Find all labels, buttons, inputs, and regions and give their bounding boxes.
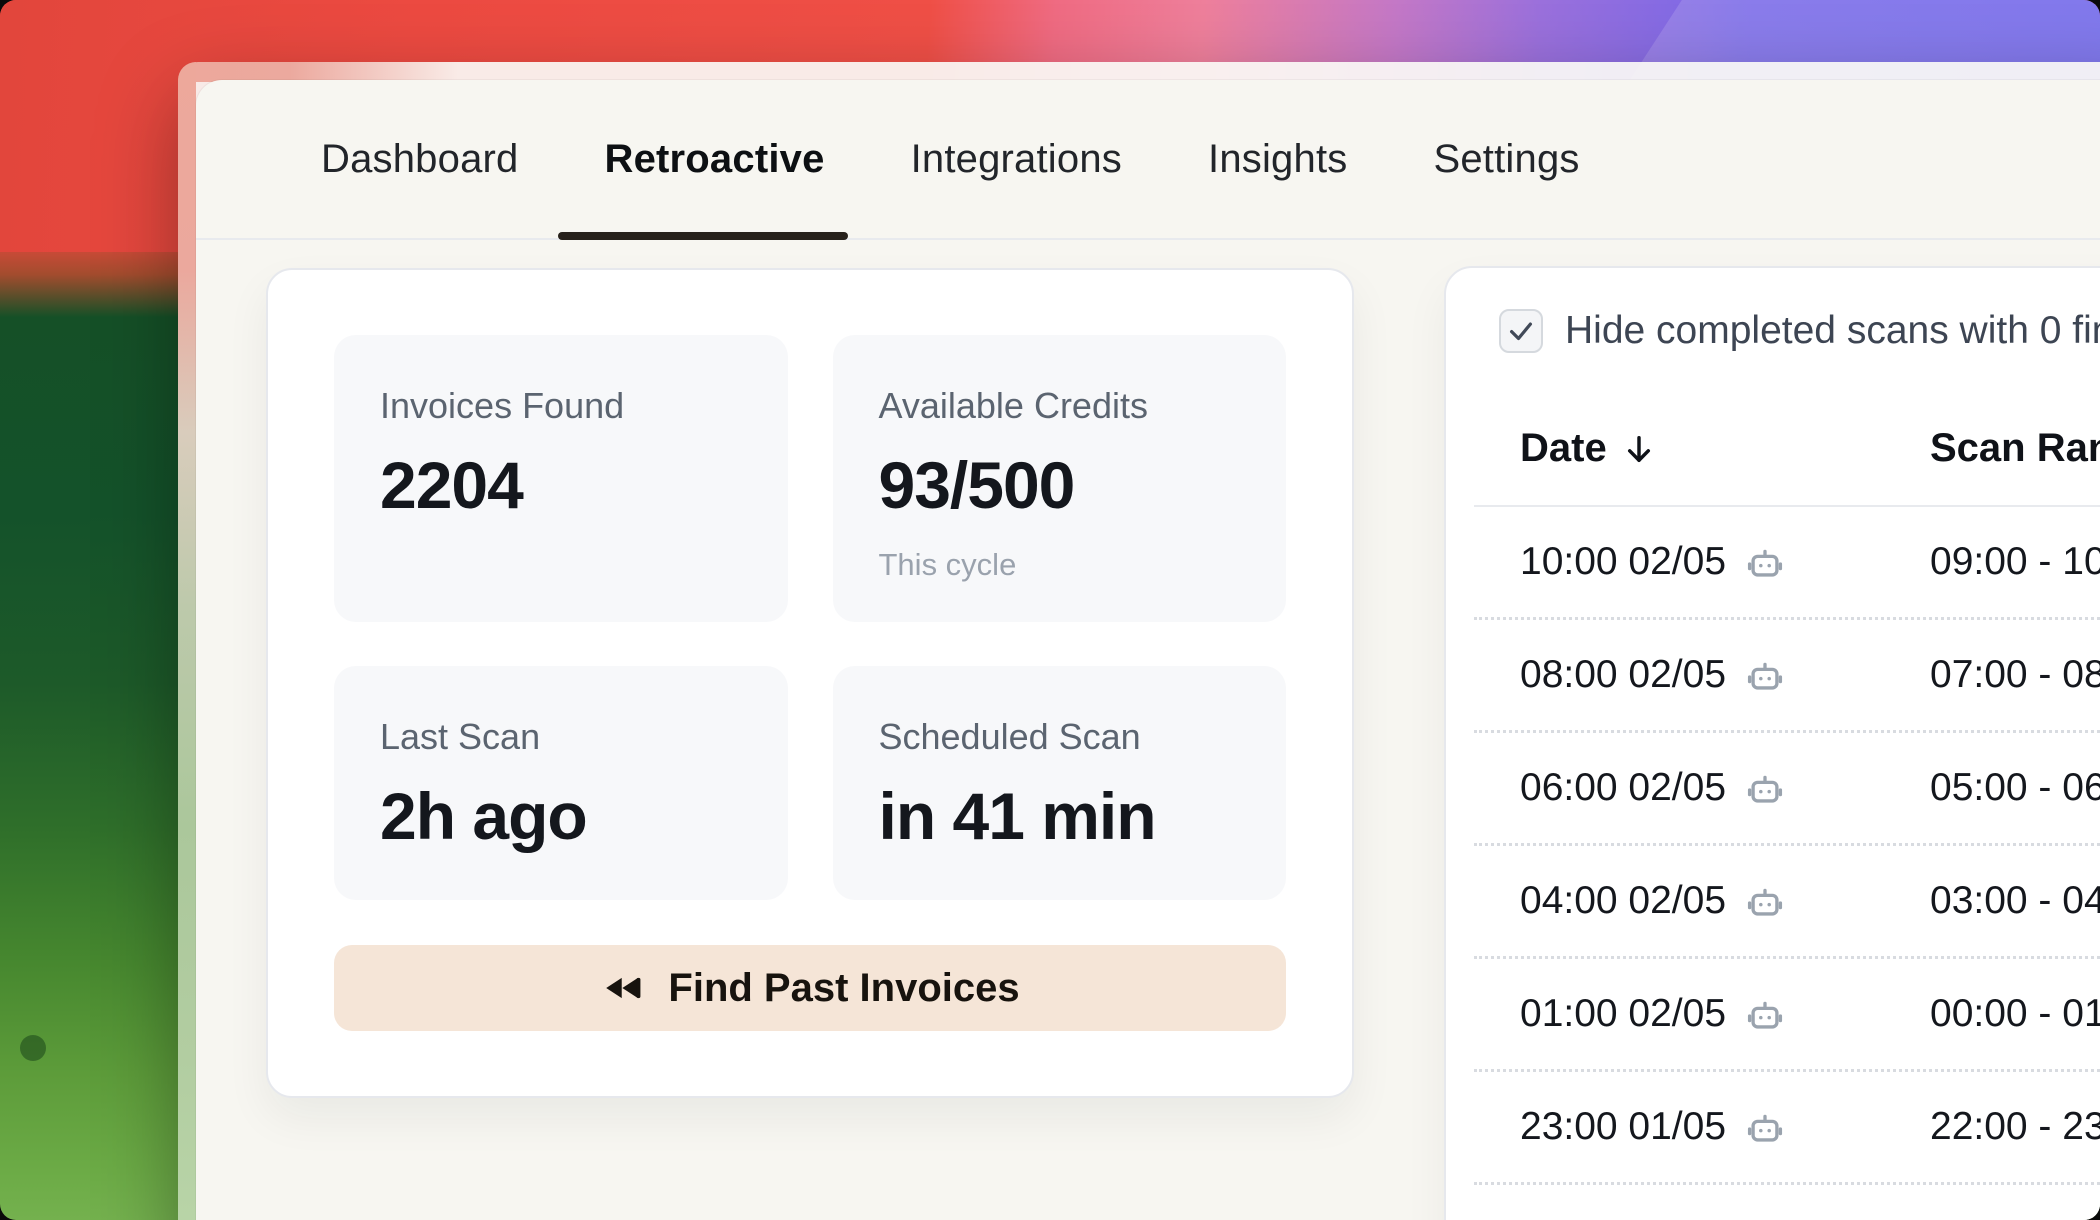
sort-descending-icon <box>1621 431 1657 467</box>
app-window: Dashboard Retroactive Integrations Insig… <box>196 80 2100 1220</box>
column-header-date[interactable]: Date <box>1520 426 1657 471</box>
bot-icon <box>1744 768 1786 810</box>
window-frame-tint-top <box>178 62 458 82</box>
hide-completed-filter: Hide completed scans with 0 findings <box>1499 309 2100 353</box>
column-header-scan-range: Scan Range <box>1930 426 2100 471</box>
hide-completed-label[interactable]: Hide completed scans with 0 findings <box>1565 309 2100 353</box>
scan-date: 04:00 02/05 <box>1520 879 1726 923</box>
scan-row[interactable]: 08:00 02/05 07:00 - 08:00 <box>1474 620 2100 733</box>
scan-row-date-cell: 01:00 02/05 <box>1520 959 1786 1069</box>
find-past-invoices-button[interactable]: Find Past Invoices <box>334 945 1286 1031</box>
scan-range: 05:00 - 06:00 <box>1930 766 2100 810</box>
scan-date: 06:00 02/05 <box>1520 766 1726 810</box>
scan-range: 00:00 - 01:00 <box>1930 992 2100 1036</box>
stat-tile-last-scan: Last Scan 2h ago <box>334 666 788 900</box>
tab-insights[interactable]: Insights <box>1208 137 1347 182</box>
stat-value: 2h ago <box>380 778 742 854</box>
stats-card: Invoices Found 2204 Available Credits 93… <box>266 268 1354 1098</box>
scan-date: 08:00 02/05 <box>1520 653 1726 697</box>
find-past-invoices-label: Find Past Invoices <box>668 966 1019 1011</box>
bot-icon <box>1744 881 1786 923</box>
stat-label: Invoices Found <box>380 385 742 427</box>
bot-icon <box>1744 1107 1786 1149</box>
bot-icon <box>1744 994 1786 1036</box>
tab-dashboard[interactable]: Dashboard <box>321 137 518 182</box>
stat-tile-available-credits: Available Credits 93/500 This cycle <box>833 335 1287 622</box>
scan-range-cell: 03:00 - 04:00 <box>1930 846 2100 956</box>
scan-range-cell: 22:00 - 23:00 <box>1930 1072 2100 1182</box>
stat-subtext: This cycle <box>879 547 1241 583</box>
scan-rows: 10:00 02/05 09:00 - 10:00 08:00 02/05 <box>1474 507 2100 1220</box>
active-tab-underline <box>558 232 848 240</box>
scan-row-date-cell: 08:00 02/05 <box>1520 620 1786 730</box>
scan-range-cell: 09:00 - 10:00 <box>1930 507 2100 617</box>
stat-tile-scheduled-scan: Scheduled Scan in 41 min <box>833 666 1287 900</box>
scan-row-date-cell: 06:00 02/05 <box>1520 733 1786 843</box>
check-icon <box>1506 316 1536 346</box>
tab-integrations[interactable]: Integrations <box>911 137 1122 182</box>
scan-range: 22:00 - 23:00 <box>1930 1105 2100 1149</box>
scan-range-cell: 21:00 - 22:00 <box>1930 1185 2100 1220</box>
stat-value: 93/500 <box>879 447 1241 523</box>
stat-label: Scheduled Scan <box>879 716 1241 758</box>
column-header-scan-range-label: Scan Range <box>1930 426 2100 471</box>
bot-icon <box>1744 542 1786 584</box>
rewind-icon <box>600 969 646 1007</box>
stats-grid: Invoices Found 2204 Available Credits 93… <box>334 335 1286 900</box>
stat-label: Available Credits <box>879 385 1241 427</box>
scans-card: Hide completed scans with 0 findings Dat… <box>1444 266 2100 1220</box>
stat-value: 2204 <box>380 447 742 523</box>
stat-label: Last Scan <box>380 716 742 758</box>
scan-range: 07:00 - 08:00 <box>1930 653 2100 697</box>
tab-bar: Dashboard Retroactive Integrations Insig… <box>196 80 2100 238</box>
scan-date: 10:00 02/05 <box>1520 540 1726 584</box>
window-frame-tint-left <box>178 62 196 1220</box>
scan-range-cell: 07:00 - 08:00 <box>1930 620 2100 730</box>
hide-completed-checkbox[interactable] <box>1499 309 1543 353</box>
scan-row[interactable]: 22:00 01/05 21:00 - 22:00 <box>1474 1185 2100 1220</box>
scan-row[interactable]: 04:00 02/05 03:00 - 04:00 <box>1474 846 2100 959</box>
stat-tile-invoices-found: Invoices Found 2204 <box>334 335 788 622</box>
screen: Dashboard Retroactive Integrations Insig… <box>0 0 2100 1220</box>
scan-row[interactable]: 06:00 02/05 05:00 - 06:00 <box>1474 733 2100 846</box>
wallpaper-dot <box>20 1035 46 1061</box>
tab-settings[interactable]: Settings <box>1433 137 1579 182</box>
scan-range-cell: 00:00 - 01:00 <box>1930 959 2100 1069</box>
scan-row-date-cell: 23:00 01/05 <box>1520 1072 1786 1182</box>
scan-range: 03:00 - 04:00 <box>1930 879 2100 923</box>
scan-range: 09:00 - 10:00 <box>1930 540 2100 584</box>
tab-bar-divider <box>196 238 2100 240</box>
scan-range-cell: 05:00 - 06:00 <box>1930 733 2100 843</box>
scan-row-date-cell: 04:00 02/05 <box>1520 846 1786 956</box>
scan-row[interactable]: 10:00 02/05 09:00 - 10:00 <box>1474 507 2100 620</box>
scan-row[interactable]: 23:00 01/05 22:00 - 23:00 <box>1474 1072 2100 1185</box>
scan-date: 01:00 02/05 <box>1520 992 1726 1036</box>
scan-date: 23:00 01/05 <box>1520 1105 1726 1149</box>
stat-value: in 41 min <box>879 778 1241 854</box>
tab-retroactive[interactable]: Retroactive <box>604 137 824 182</box>
scan-row-date-cell: 22:00 01/05 <box>1520 1185 1786 1220</box>
scan-row-date-cell: 10:00 02/05 <box>1520 507 1786 617</box>
scan-row[interactable]: 01:00 02/05 00:00 - 01:00 <box>1474 959 2100 1072</box>
column-header-date-label: Date <box>1520 426 1607 471</box>
bot-icon <box>1744 655 1786 697</box>
